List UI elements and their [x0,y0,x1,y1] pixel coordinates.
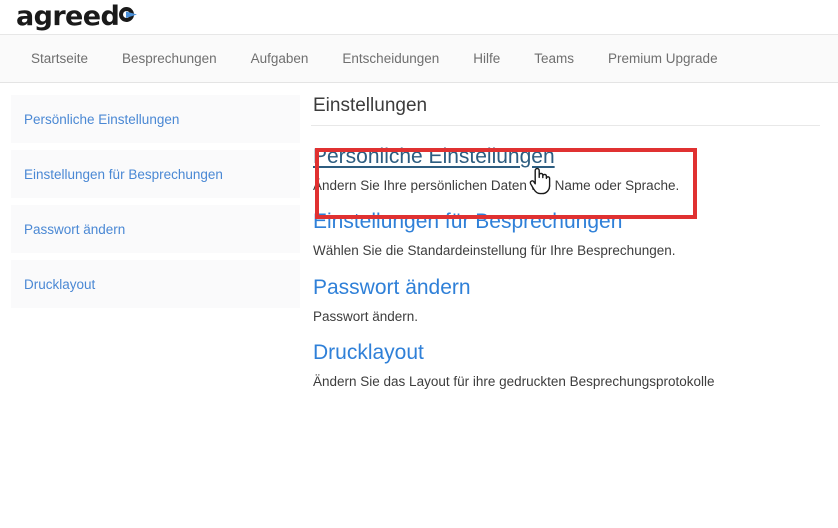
logo-wordmark: agreed [16,0,120,32]
sidebar-item-label: Drucklayout [24,276,96,292]
nav-item-aufgaben[interactable]: Aufgaben [234,35,326,82]
settings-section-drucklayout: Drucklayout Ändern Sie das Layout für ih… [311,325,820,390]
section-description: Passwort ändern. [313,308,419,324]
main-navigation: Startseite Besprechungen Aufgaben Entsch… [0,35,838,83]
circle-arrow-icon [119,5,142,28]
nav-item-premium-upgrade[interactable]: Premium Upgrade [591,35,735,82]
settings-main-panel: Einstellungen Persönliche Einstellungen … [311,83,838,390]
page-content: Persönliche Einstellungen Einstellungen … [0,83,838,390]
sidebar-item-label: Passwort ändern [24,221,126,237]
sidebar-item-label: Persönliche Einstellungen [24,111,180,127]
nav-item-startseite[interactable]: Startseite [14,35,105,82]
settings-section-passwort-aendern: Passwort ändern Passwort ändern. [311,260,820,325]
nav-item-entscheidungen[interactable]: Entscheidungen [325,35,456,82]
settings-section-persoenliche-einstellungen: Persönliche Einstellungen Ändern Sie Ihr… [311,126,820,194]
section-description: Ändern Sie das Layout für ihre gedruckte… [313,374,715,390]
sidebar-item-passwort-aendern[interactable]: Passwort ändern [11,205,300,253]
app-header: agreed [0,0,838,35]
section-description: Ändern Sie Ihre persönlichen Daten wie N… [313,178,680,194]
nav-item-hilfe[interactable]: Hilfe [456,35,517,82]
sidebar-item-persoenliche-einstellungen[interactable]: Persönliche Einstellungen [11,95,300,143]
agreedo-logo[interactable]: agreed [16,3,142,30]
link-persoenliche-einstellungen[interactable]: Persönliche Einstellungen [313,145,555,169]
nav-item-besprechungen[interactable]: Besprechungen [105,35,234,82]
settings-sidebar: Persönliche Einstellungen Einstellungen … [0,83,311,315]
page-title: Einstellungen [313,95,428,116]
sidebar-item-label: Einstellungen für Besprechungen [24,166,223,182]
link-passwort-aendern[interactable]: Passwort ändern [313,276,471,300]
nav-item-teams[interactable]: Teams [517,35,591,82]
sidebar-item-drucklayout[interactable]: Drucklayout [11,260,300,308]
sidebar-item-einstellungen-fuer-besprechungen[interactable]: Einstellungen für Besprechungen [11,150,300,198]
link-einstellungen-fuer-besprechungen[interactable]: Einstellungen für Besprechungen [313,210,622,234]
section-description: Wählen Sie die Standardeinstellung für I… [313,243,676,259]
link-drucklayout[interactable]: Drucklayout [313,341,424,365]
settings-section-einstellungen-fuer-besprechungen: Einstellungen für Besprechungen Wählen S… [311,194,820,259]
